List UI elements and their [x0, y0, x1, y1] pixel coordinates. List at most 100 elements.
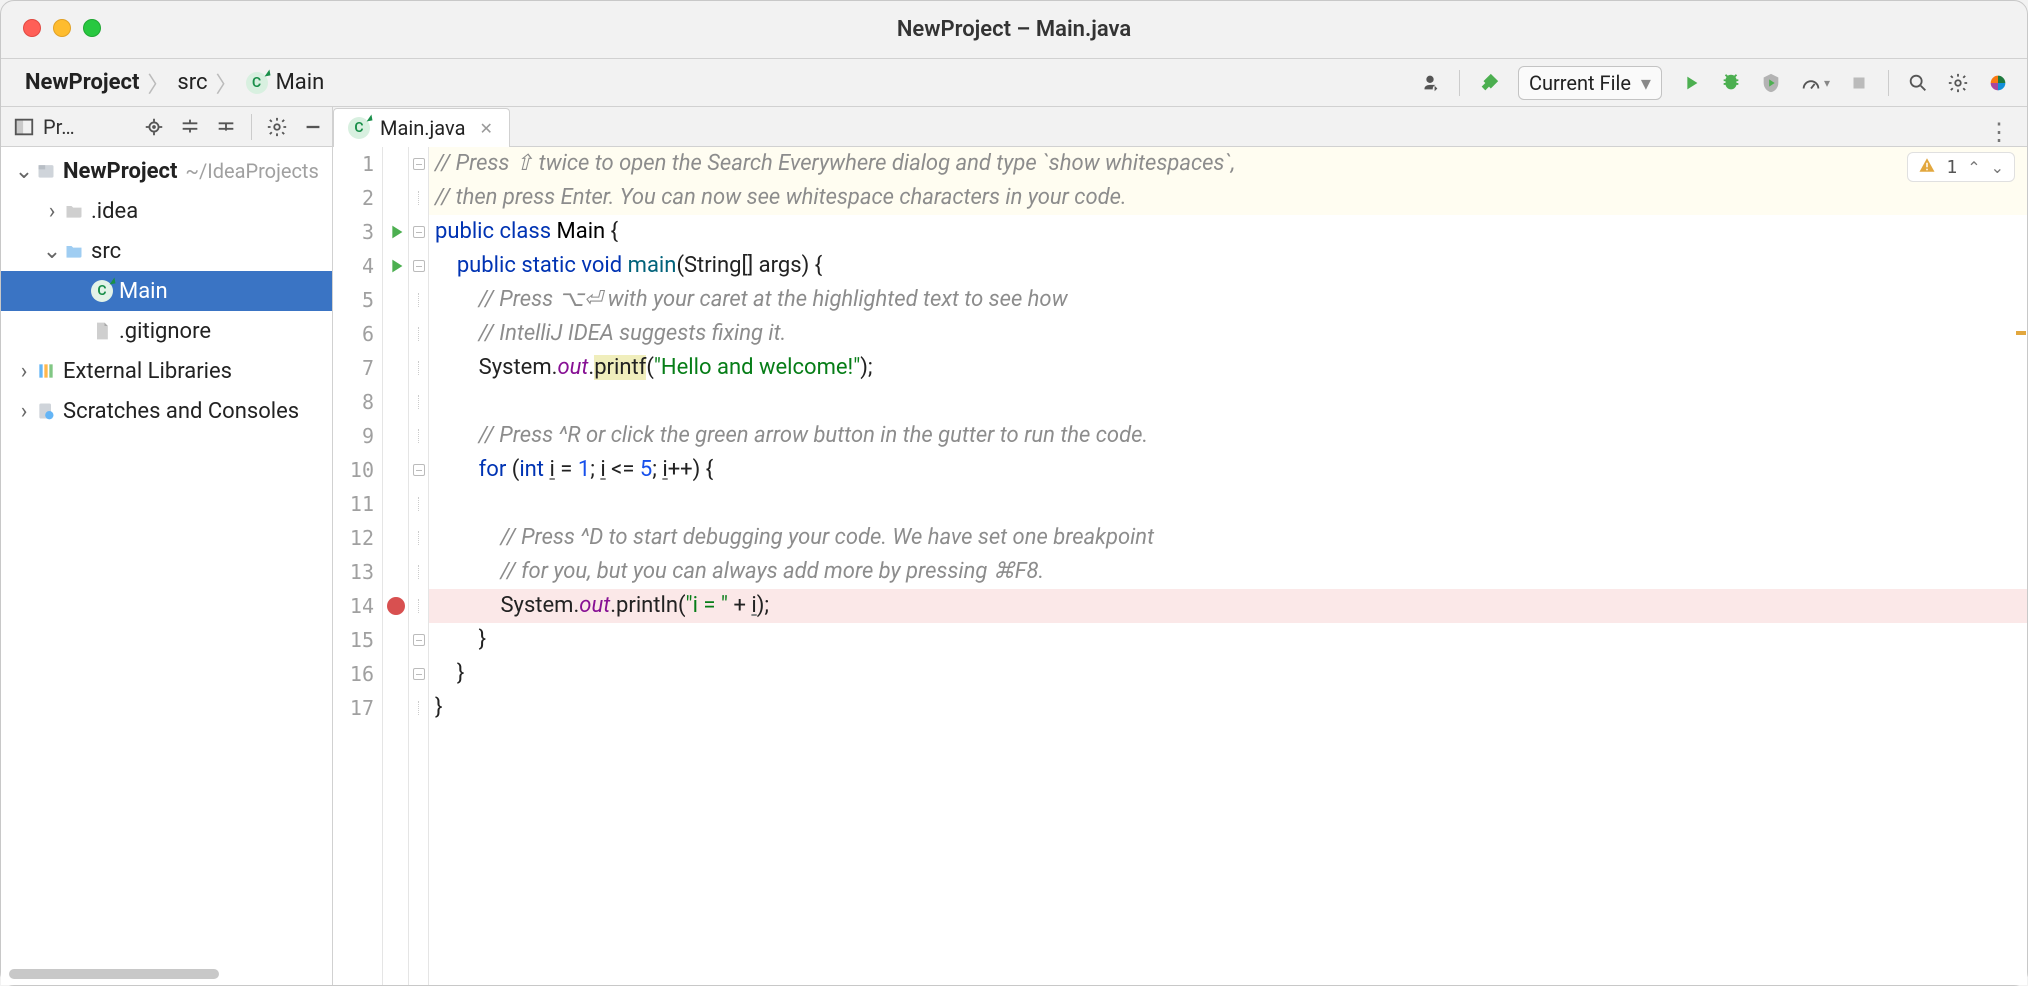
line-number[interactable]: 1 [333, 147, 382, 181]
minimize-window-button[interactable] [53, 19, 71, 37]
fold-gutter-cell[interactable] [409, 249, 428, 283]
ide-logo-icon[interactable] [1987, 72, 2009, 94]
prev-problem-icon[interactable]: ⌃ [1967, 158, 1980, 177]
tabs-overflow-icon[interactable]: ⋮ [1987, 118, 2027, 146]
breadcrumb-project[interactable]: NewProject [25, 70, 139, 95]
fold-gutter-cell[interactable] [409, 589, 428, 623]
line-number[interactable]: 15 [333, 623, 382, 657]
gutter-line-numbers[interactable]: 1234567891011121314151617 [333, 147, 383, 985]
line-number[interactable]: 8 [333, 385, 382, 419]
fold-gutter-cell[interactable] [409, 521, 428, 555]
line-number[interactable]: 12 [333, 521, 382, 555]
code-line[interactable] [429, 487, 2027, 521]
run-gutter-cell[interactable] [383, 385, 408, 419]
fold-gutter-cell[interactable] [409, 317, 428, 351]
tree-item-scratches[interactable]: › Scratches and Consoles [1, 391, 332, 431]
line-number[interactable]: 9 [333, 419, 382, 453]
run-gutter-cell[interactable] [383, 181, 408, 215]
code-line[interactable]: // for you, but you can always add more … [429, 555, 2027, 589]
code-line[interactable]: } [429, 691, 2027, 725]
inspection-widget[interactable]: 1 ⌃ ⌄ [1907, 152, 2015, 182]
fold-toggle-icon[interactable] [413, 226, 425, 238]
code-line[interactable]: // Press ⇧ twice to open the Search Ever… [429, 147, 2027, 181]
fold-gutter-cell[interactable] [409, 657, 428, 691]
fold-gutter-cell[interactable] [409, 623, 428, 657]
scrollbar-thumb[interactable] [9, 969, 219, 979]
code-line[interactable]: System.out.printf("Hello and welcome!"); [429, 351, 2027, 385]
twistie-closed-icon[interactable]: › [41, 199, 63, 224]
run-gutter-cell[interactable] [383, 589, 408, 623]
fold-gutter-cell[interactable] [409, 181, 428, 215]
code-editor[interactable]: 1 ⌃ ⌄ 1234567891011121314151617 // Press… [333, 147, 2027, 985]
code-line[interactable]: // Press ⌥⏎ with your caret at the highl… [429, 283, 2027, 317]
twistie-closed-icon[interactable]: › [13, 399, 35, 424]
run-gutter-cell[interactable] [383, 317, 408, 351]
tree-item-idea[interactable]: › .idea [1, 191, 332, 231]
code-line[interactable] [429, 385, 2027, 419]
run-gutter-cell[interactable] [383, 453, 408, 487]
fold-toggle-icon[interactable] [413, 464, 425, 476]
line-number[interactable]: 3 [333, 215, 382, 249]
profile-button[interactable]: ▾ [1800, 72, 1830, 94]
fold-toggle-icon[interactable] [413, 634, 425, 646]
run-gutter-cell[interactable] [383, 215, 408, 249]
run-with-coverage-button[interactable] [1760, 72, 1782, 94]
hide-tool-window-icon[interactable] [302, 116, 324, 138]
code-line[interactable]: // Press ^R or click the green arrow but… [429, 419, 2027, 453]
breakpoint-icon[interactable] [387, 597, 405, 615]
line-number[interactable]: 6 [333, 317, 382, 351]
fold-toggle-icon[interactable] [413, 260, 425, 272]
close-tab-icon[interactable]: ✕ [479, 119, 492, 138]
fold-gutter-cell[interactable] [409, 419, 428, 453]
tree-item-src[interactable]: ⌄ src [1, 231, 332, 271]
fold-gutter-cell[interactable] [409, 555, 428, 589]
fold-gutter-cell[interactable] [409, 147, 428, 181]
twistie-open-icon[interactable]: ⌄ [41, 239, 63, 264]
fold-toggle-icon[interactable] [413, 668, 425, 680]
search-icon[interactable] [1907, 72, 1929, 94]
build-icon[interactable] [1478, 72, 1500, 94]
next-problem-icon[interactable]: ⌄ [1991, 158, 2004, 177]
fold-gutter-cell[interactable] [409, 453, 428, 487]
code-line[interactable]: } [429, 657, 2027, 691]
line-number[interactable]: 5 [333, 283, 382, 317]
fold-gutter-cell[interactable] [409, 691, 428, 725]
zoom-window-button[interactable] [83, 19, 101, 37]
twistie-open-icon[interactable]: ⌄ [13, 159, 35, 184]
run-line-icon[interactable] [385, 221, 407, 243]
line-number[interactable]: 16 [333, 657, 382, 691]
run-button[interactable] [1680, 72, 1702, 94]
close-window-button[interactable] [23, 19, 41, 37]
line-number[interactable]: 13 [333, 555, 382, 589]
breadcrumb-src[interactable]: src [177, 70, 207, 95]
run-gutter-cell[interactable] [383, 283, 408, 317]
run-gutter-cell[interactable] [383, 249, 408, 283]
line-number[interactable]: 7 [333, 351, 382, 385]
stripe-warning-mark[interactable] [2016, 331, 2026, 335]
fold-gutter-cell[interactable] [409, 351, 428, 385]
run-gutter-cell[interactable] [383, 419, 408, 453]
run-gutter-cell[interactable] [383, 657, 408, 691]
line-number[interactable]: 17 [333, 691, 382, 725]
gutter-fold-markers[interactable] [409, 147, 429, 985]
code-line[interactable]: // then press Enter. You can now see whi… [429, 181, 2027, 215]
run-line-icon[interactable] [385, 255, 407, 277]
code-with-me-icon[interactable] [1419, 72, 1441, 94]
horizontal-scrollbar[interactable] [9, 969, 324, 979]
line-number[interactable]: 10 [333, 453, 382, 487]
run-config-combo[interactable]: Current File ▾ [1518, 66, 1662, 100]
run-gutter-cell[interactable] [383, 623, 408, 657]
line-number[interactable]: 4 [333, 249, 382, 283]
gear-icon[interactable] [266, 116, 288, 138]
breadcrumb-file[interactable]: C Main [246, 70, 325, 95]
run-gutter-cell[interactable] [383, 521, 408, 555]
gutter-run-markers[interactable] [383, 147, 409, 985]
code-line[interactable]: } [429, 623, 2027, 657]
editor-tab-main[interactable]: C Main.java ✕ [333, 108, 510, 147]
fold-toggle-icon[interactable] [413, 158, 425, 170]
expand-all-icon[interactable] [179, 116, 201, 138]
collapse-all-icon[interactable] [215, 116, 237, 138]
tree-item-ext-libs[interactable]: › External Libraries [1, 351, 332, 391]
run-gutter-cell[interactable] [383, 147, 408, 181]
fold-gutter-cell[interactable] [409, 385, 428, 419]
